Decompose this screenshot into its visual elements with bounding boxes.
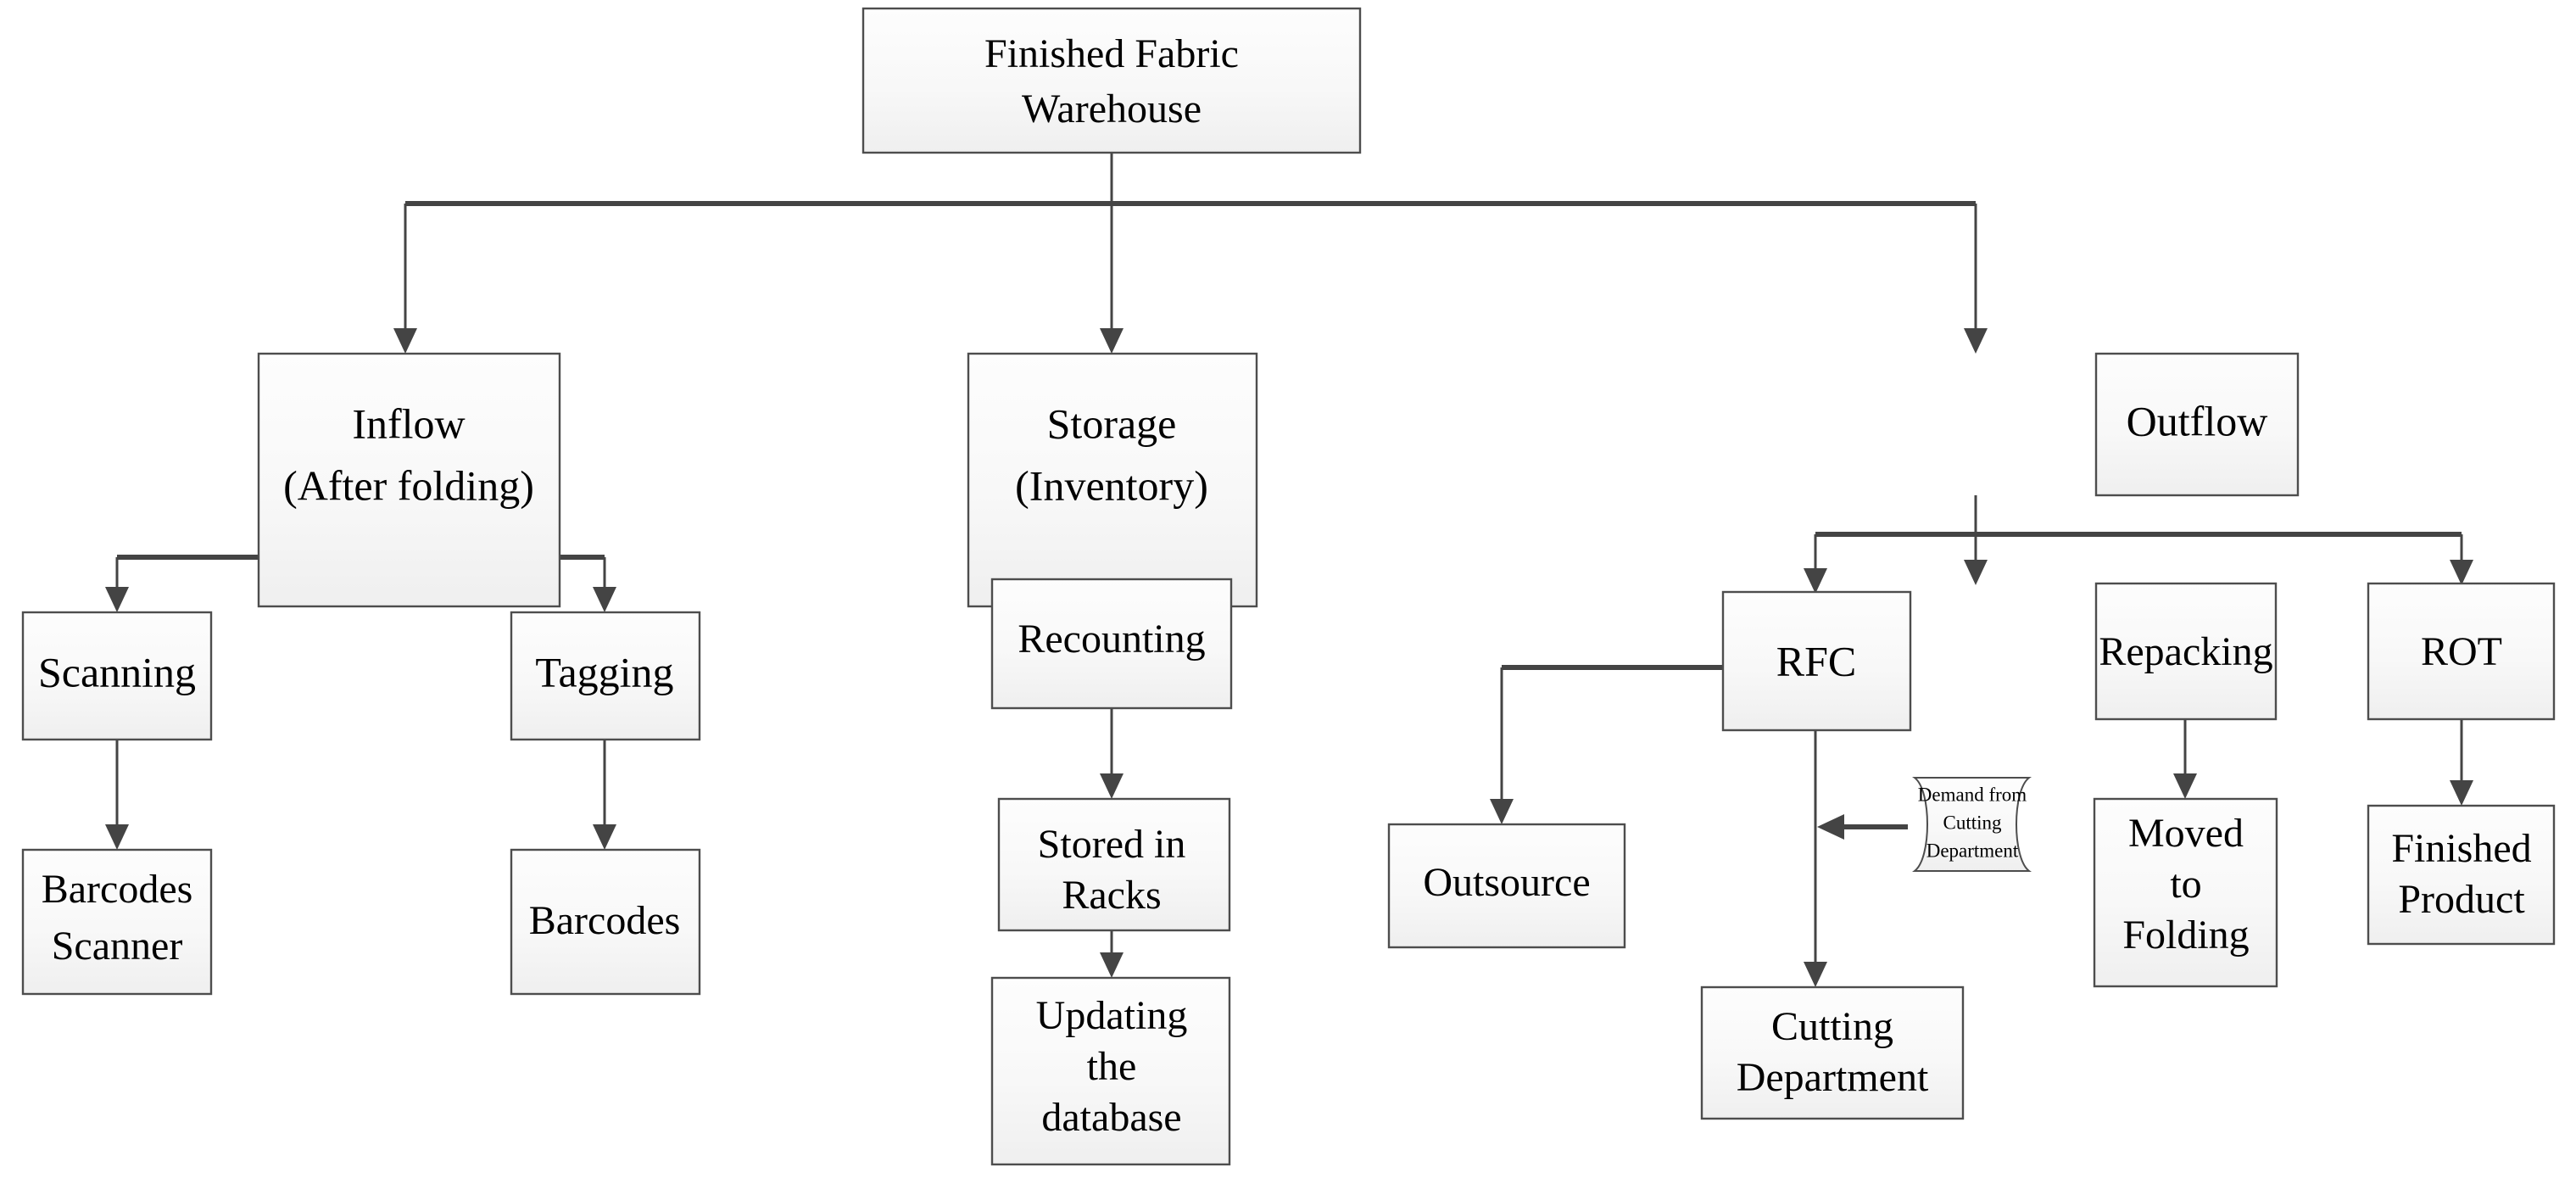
arrow-head-icon <box>2173 773 2197 799</box>
node-label-line: Tagging <box>535 648 673 695</box>
node-label-line: Inflow <box>352 399 465 447</box>
node-label-line: RFC <box>1776 637 1857 684</box>
arrow-head-icon <box>1817 814 1844 840</box>
arrow-head-icon <box>1490 799 1514 824</box>
arrow-head-icon <box>393 328 417 354</box>
edge-tagging-barcodes <box>593 740 616 850</box>
edge-scanning-barcodes-scanner <box>105 740 129 850</box>
arrow-head-icon <box>1964 328 1988 354</box>
arrow-head-icon <box>105 824 129 850</box>
node-label-line: Barcodes <box>42 867 193 912</box>
node-label-line: Stored in <box>1038 822 1186 867</box>
node-outflow[interactable]: Outflow <box>2094 352 2300 497</box>
node-label-line: Product <box>2398 877 2525 922</box>
node-label-line: Outsource <box>1423 860 1590 905</box>
node-finished-fabric-warehouse[interactable]: Finished Fabric Warehouse <box>861 7 1362 154</box>
node-label-line: database <box>1041 1095 1181 1140</box>
node-tagging[interactable]: Tagging <box>510 611 701 741</box>
node-label-line: Scanner <box>52 924 183 969</box>
note-label-line: Demand from <box>1918 784 2027 805</box>
arrow-head-icon <box>593 587 616 612</box>
node-label-line: Racks <box>1062 873 1161 918</box>
arrow-head-icon <box>1100 773 1124 799</box>
node-label-line: Moved <box>2128 811 2244 856</box>
edge-rot-finished-product <box>2450 719 2473 806</box>
node-label-line: Updating <box>1036 993 1188 1038</box>
flowchart-svg: Finished Fabric Warehouse Inflow (After … <box>21 7 2556 1166</box>
node-label-line: Finished Fabric <box>984 31 1239 76</box>
node-rot[interactable]: ROT <box>2367 582 2556 721</box>
node-cutting-department[interactable]: Cutting Department <box>1700 985 1965 1120</box>
arrow-head-icon <box>1804 568 1827 594</box>
arrow-head-icon <box>2450 780 2473 806</box>
node-label-line: Department <box>1737 1055 1929 1100</box>
flowchart-canvas: Finished Fabric Warehouse Inflow (After … <box>0 0 2576 1178</box>
node-label-line: Repacking <box>2099 629 2272 674</box>
note-label-line: Department <box>1926 840 2019 861</box>
node-label-line: Finished <box>2391 826 2531 871</box>
arrow-head-icon <box>2450 560 2473 585</box>
node-scanning[interactable]: Scanning <box>21 611 213 741</box>
node-label-line: the <box>1087 1044 1137 1089</box>
node-rfc[interactable]: RFC <box>1721 590 1912 732</box>
edge-rfc-outsource <box>1490 665 1723 824</box>
node-label-line: Warehouse <box>1022 87 1202 131</box>
note-label-line: Cutting <box>1943 812 2002 833</box>
arrow-head-icon <box>1804 962 1827 987</box>
edge-stored-in-racks-updating-database <box>1100 930 1124 978</box>
node-label-line: Folding <box>2122 913 2249 957</box>
node-storage[interactable]: Storage (Inventory) <box>967 352 1258 608</box>
note-demand-from-cutting-department[interactable]: Demand from Cutting Department <box>1912 777 2032 872</box>
node-label-line: Barcodes <box>529 898 681 943</box>
node-label-line: Scanning <box>38 648 196 695</box>
node-label-line: (After folding) <box>283 461 534 509</box>
edge-outflow-children <box>1804 495 2473 594</box>
node-finished-product[interactable]: Finished Product <box>2367 804 2556 946</box>
node-inflow[interactable]: Inflow (After folding) <box>257 352 561 608</box>
edge-rfc-cutting-department <box>1804 730 1827 987</box>
node-moved-to-folding[interactable]: Moved to Folding <box>2093 797 2278 988</box>
node-barcodes[interactable]: Barcodes <box>510 848 701 996</box>
node-updating-the-database[interactable]: Updating the database <box>990 976 1231 1166</box>
node-barcodes-scanner[interactable]: Barcodes Scanner <box>21 848 213 996</box>
arrow-head-icon <box>1964 560 1988 585</box>
arrow-head-icon <box>1100 952 1124 978</box>
node-label-line: Cutting <box>1771 1004 1893 1049</box>
edge-repacking-moved-to-folding <box>2173 719 2197 799</box>
node-label-line: Storage <box>1047 399 1177 447</box>
node-outsource[interactable]: Outsource <box>1387 823 1626 949</box>
node-label-line: ROT <box>2421 629 2502 674</box>
node-repacking[interactable]: Repacking <box>2094 582 2278 721</box>
node-label-line: (Inventory) <box>1015 461 1208 509</box>
edge-recounting-stored-in-racks <box>1100 708 1124 799</box>
node-label-line: Recounting <box>1018 617 1205 662</box>
arrow-head-icon <box>1100 328 1124 354</box>
edge-root-trunk <box>393 153 1988 354</box>
node-recounting[interactable]: Recounting <box>990 578 1233 710</box>
node-stored-in-racks[interactable]: Stored in Racks <box>997 797 1231 932</box>
arrow-head-icon <box>593 824 616 850</box>
edge-demand-note <box>1817 814 1908 840</box>
node-label-line: Outflow <box>2127 397 2268 444</box>
node-label-line: to <box>2170 862 2201 907</box>
arrow-head-icon <box>105 587 129 612</box>
